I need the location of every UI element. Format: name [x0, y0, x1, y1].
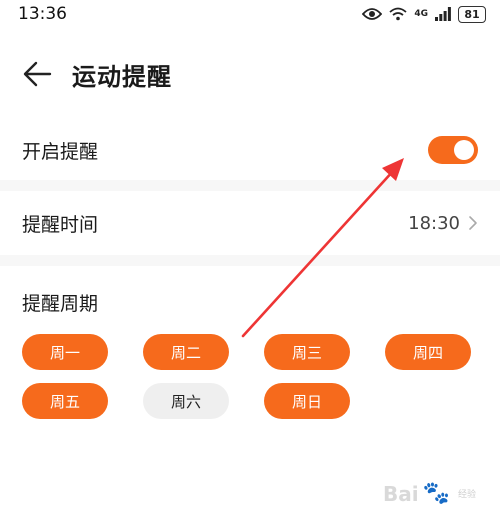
reminder-time-text: 18:30: [408, 212, 460, 234]
status-bar: 13:36 4G 81: [0, 0, 500, 28]
day-pill-thu[interactable]: 周四: [385, 334, 471, 370]
watermark-logo: Bai 🐾 经验: [383, 481, 476, 506]
battery-level: 81: [458, 5, 486, 23]
network-type: 4G: [414, 9, 428, 19]
reminder-toggle-switch[interactable]: [428, 136, 478, 164]
day-pill-wed[interactable]: 周三: [264, 334, 350, 370]
wifi-icon: [389, 7, 407, 21]
reminder-toggle-row[interactable]: 开启提醒: [0, 120, 500, 180]
chevron-right-icon: [469, 216, 477, 230]
reminder-time-row[interactable]: 提醒时间 18:30: [0, 191, 500, 255]
watermark-text: Bai: [382, 481, 419, 506]
arrow-left-icon[interactable]: [22, 60, 54, 88]
reminder-time-value[interactable]: 18:30: [408, 213, 478, 234]
day-pill-mon[interactable]: 周一: [22, 334, 108, 370]
day-pill-tue[interactable]: 周二: [143, 334, 229, 370]
watermark-suffix: 经验: [457, 490, 476, 500]
reminder-cycle-section: 提醒周期 周一 周二 周三 周四 周五 周六 周日 Bai 🐾 经验: [0, 266, 500, 520]
reminder-cycle-label: 提醒周期: [22, 293, 99, 315]
day-pill-sat[interactable]: 周六: [143, 383, 229, 419]
day-grid: 周一 周二 周三 周四 周五 周六 周日: [22, 334, 471, 419]
eye-icon: [362, 8, 383, 20]
paw-icon: 🐾: [422, 481, 450, 506]
signal-icon: [435, 7, 451, 21]
status-time: 13:36: [18, 4, 67, 24]
status-icons: 4G 81: [362, 5, 486, 23]
day-pill-sun[interactable]: 周日: [264, 383, 350, 419]
toggle-knob: [454, 140, 474, 160]
page-title: 运动提醒: [72, 62, 172, 91]
page-header: 运动提醒: [0, 28, 500, 120]
reminder-time-label: 提醒时间: [22, 213, 99, 236]
reminder-toggle-label: 开启提醒: [22, 140, 99, 163]
day-pill-fri[interactable]: 周五: [22, 383, 108, 419]
